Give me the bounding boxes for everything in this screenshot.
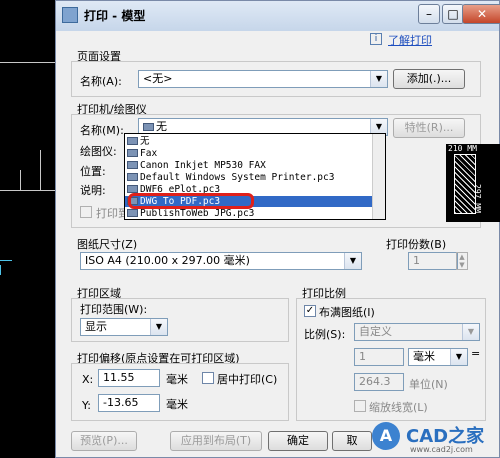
apply-to-layout-button[interactable]: 应用到布局(T) [170,431,262,451]
printer-icon [127,137,138,145]
scale-value2-input[interactable]: 264.3 [354,373,404,391]
chevron-down-icon: ▼ [370,71,387,87]
offset-x-input[interactable]: 11.55 [98,369,160,387]
offset-y-unit: 毫米 [166,398,188,411]
description-label: 说明: [80,184,106,197]
cad-line [0,265,1,275]
page-setup-name-value: <无> [143,72,173,85]
copies-spinner[interactable]: ▲ ▼ [456,252,468,270]
offset-x-label: X: [82,373,94,386]
cad-drawing-area [0,0,62,458]
cancel-button[interactable]: 取 [332,431,372,451]
scale-value1-input[interactable]: 1 [354,348,404,366]
scale-unit-value: 毫米 [413,350,435,363]
cad-line [0,260,12,261]
chevron-down-icon: ▼ [450,349,467,365]
printer-icon [127,173,138,181]
dropdown-scrollbar[interactable] [372,134,385,219]
scale-label: 比例(S): [304,328,346,341]
page-setup-name-label: 名称(A): [80,75,122,88]
printer-name-value: 无 [156,120,167,133]
printer-option-label: Canon Inkjet MP530 FAX [140,160,266,171]
scale-lineweights-label: 缩放线宽(L) [369,401,428,414]
center-plot-label: 居中打印(C) [217,373,278,386]
scale-value: 自定义 [359,325,392,338]
close-icon[interactable]: ✕ [462,4,500,24]
printer-option-label: 无 [140,136,150,147]
scale-select[interactable]: 自定义 ▼ [354,323,480,341]
print-range-label: 打印范围(W): [80,303,148,316]
printer-icon [127,185,138,193]
printer-icon [127,149,138,157]
printer-option[interactable]: Fax [127,148,157,159]
printer-option-label: Default Windows System Printer.pc3 [140,172,335,183]
add-page-setup-button[interactable]: 添加(.)... [393,69,465,89]
scale-lineweights-checkbox[interactable] [354,400,366,412]
offset-x-unit: 毫米 [166,373,188,386]
printer-icon [127,209,138,217]
paper-preview: 210 MM 297 MM [446,144,500,222]
offset-y-label: Y: [82,399,91,412]
watermark-site: www.cad2j.com [410,445,473,454]
scale-unit-select[interactable]: 毫米 ▼ [408,348,468,366]
print-to-file-checkbox[interactable] [80,206,92,218]
cad-line [0,62,55,63]
printer-option[interactable]: Canon Inkjet MP530 FAX [127,160,266,171]
equals-sign: = [471,347,481,360]
cad-line [40,150,41,190]
maximize-icon[interactable]: □ [442,4,464,24]
center-plot-checkbox[interactable] [202,372,214,384]
page-setup-name-select[interactable]: <无> ▼ [138,70,388,88]
minimize-icon[interactable]: – [418,4,440,24]
copies-section-label: 打印份数(B) [386,238,447,251]
plot-dialog: 打印 - 模型 – □ ✕ i 了解打印 页面设置 名称(A): <无> ▼ 添… [55,0,500,458]
learn-print-link[interactable]: 了解打印 [388,32,432,48]
printer-name-label: 名称(M): [80,124,124,137]
copies-input[interactable]: 1 [408,252,458,270]
printer-icon [143,123,154,131]
preview-button[interactable]: 预览(P)... [71,431,137,451]
printer-option-label: Fax [140,148,158,159]
paper-size-select[interactable]: ISO A4 (210.00 x 297.00 毫米) ▼ [80,252,362,270]
brand-logo-icon: A [372,422,400,450]
printer-option-label: PublishToWeb JPG.pc3 [140,208,255,219]
paper-height-dim: 297 MM [473,184,482,213]
cad-line [0,190,55,191]
offset-y-input[interactable]: -13.65 [98,394,160,412]
location-label: 位置: [80,165,106,178]
ok-button[interactable]: 确定 [268,431,328,451]
window-title: 打印 - 模型 [84,9,146,23]
printer-option[interactable]: PublishToWeb JPG.pc3 [127,208,254,219]
printer-icon [127,161,138,169]
chevron-down-icon: ▼ [150,319,167,335]
printer-option[interactable]: 无 [127,136,150,147]
chevron-down-icon: ▼ [462,324,479,340]
watermark-logo: A CAD之家 www.cad2j.com [370,420,500,458]
chevron-down-icon: ▼ [344,253,361,269]
highlight-annotation [128,193,254,209]
printer-option[interactable]: Default Windows System Printer.pc3 [127,172,334,183]
fit-to-paper-checkbox[interactable]: ✓ [304,305,316,317]
print-range-value: 显示 [85,320,107,333]
paper-size-value: ISO A4 (210.00 x 297.00 毫米) [85,254,250,267]
scale-unit-label: 单位(N) [409,378,448,391]
printer-properties-button[interactable]: 特性(R)... [393,118,465,138]
info-icon: i [370,33,382,45]
print-range-select[interactable]: 显示 ▼ [80,318,168,336]
paper-size-section-label: 图纸尺寸(Z) [77,238,138,251]
fit-to-paper-label: 布满图纸(I) [319,306,375,319]
app-icon [62,7,78,23]
plotter-label: 绘图仪: [80,145,117,158]
title-bar: 打印 - 模型 – □ ✕ [56,1,500,31]
cad-line [20,170,21,190]
paper-width-dim: 210 MM [448,144,477,153]
